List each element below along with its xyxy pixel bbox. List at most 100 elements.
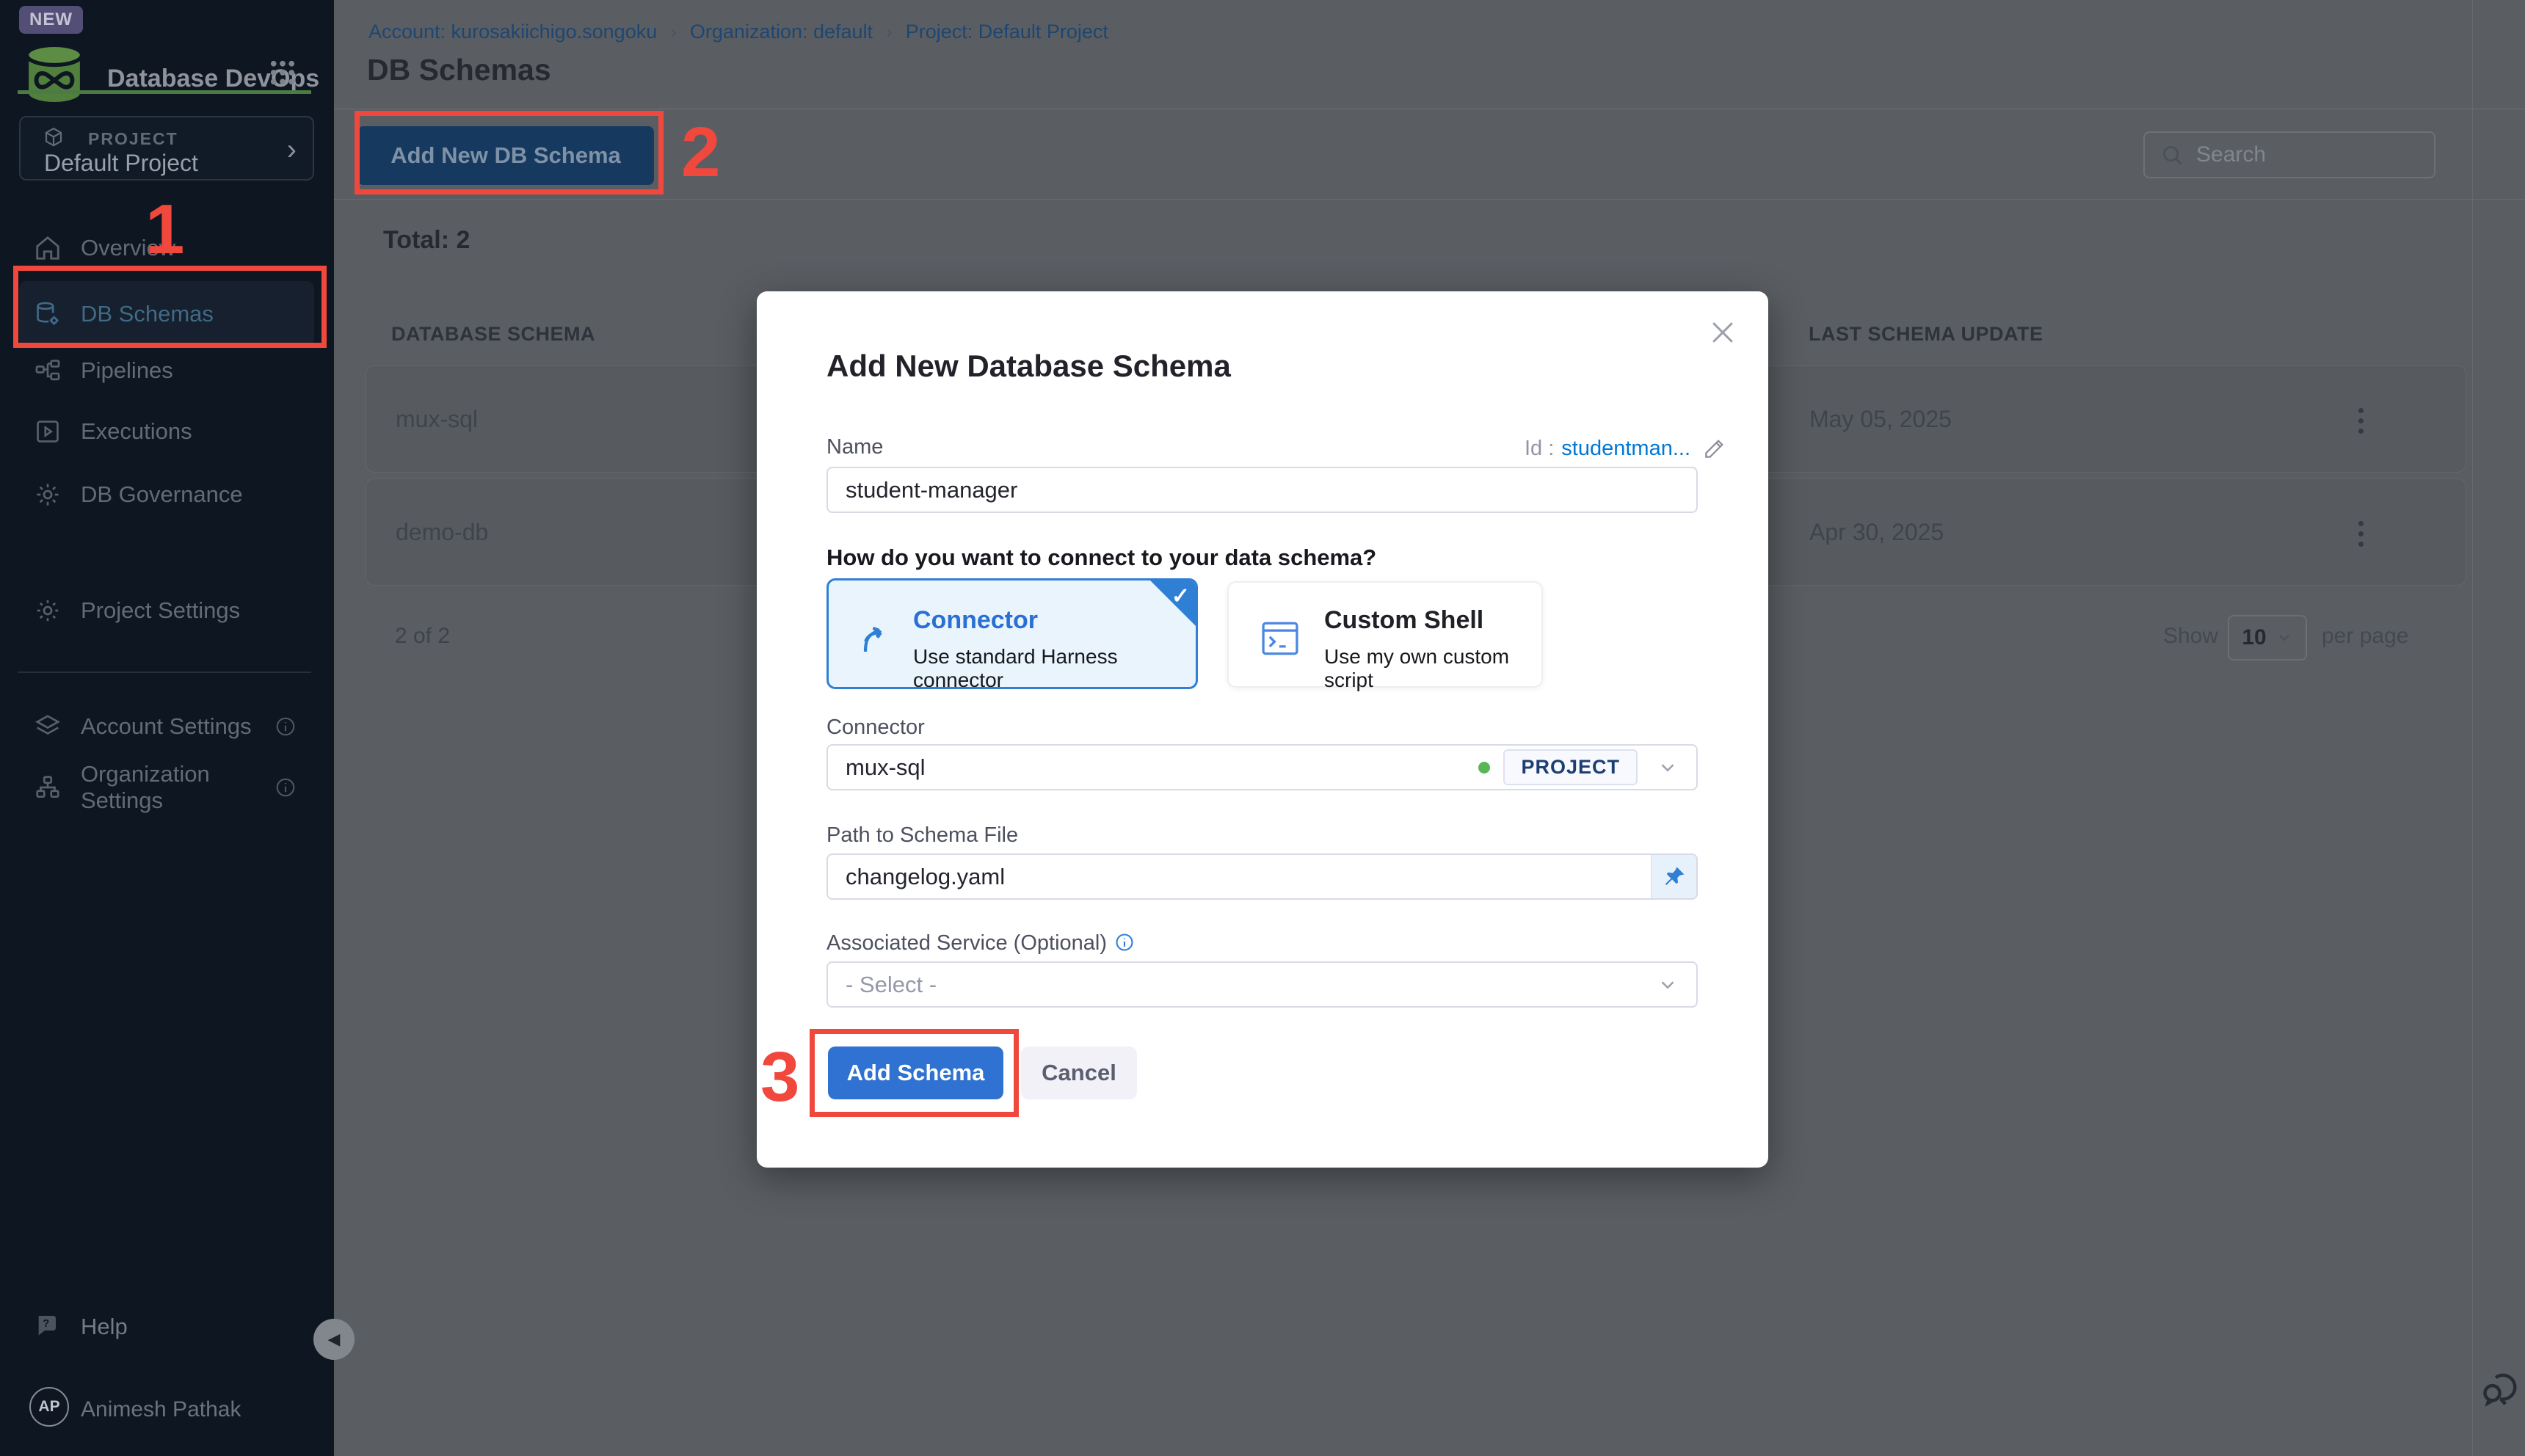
connector-scope-tag: PROJECT bbox=[1503, 749, 1638, 785]
connector-label: Connector bbox=[826, 716, 925, 740]
org-chart-icon bbox=[34, 774, 62, 801]
info-icon[interactable] bbox=[1114, 932, 1135, 953]
pin-icon bbox=[1662, 864, 1687, 889]
sidebar-item-account-settings[interactable]: Account Settings bbox=[19, 697, 314, 756]
close-icon[interactable] bbox=[1707, 316, 1739, 349]
pagination-per-page-label: per page bbox=[2322, 624, 2408, 649]
sidebar-item-executions[interactable]: Executions bbox=[19, 402, 314, 461]
breadcrumb-separator: › bbox=[670, 21, 677, 43]
breadcrumb-separator: › bbox=[886, 21, 893, 43]
schema-updated-cell: May 05, 2025 bbox=[1809, 406, 1952, 433]
breadcrumb-project-link[interactable]: Project: Default Project bbox=[906, 21, 1108, 43]
page-size-value: 10 bbox=[2242, 625, 2266, 650]
schema-id-row: Id : studentman... bbox=[1525, 437, 1726, 461]
total-count: Total: 2 bbox=[383, 226, 470, 255]
info-icon bbox=[275, 716, 297, 738]
executions-icon bbox=[34, 418, 62, 445]
check-icon: ✓ bbox=[1171, 583, 1190, 609]
annotation-number-1: 1 bbox=[145, 194, 184, 265]
sidebar-item-help[interactable]: ? Help bbox=[19, 1297, 314, 1356]
sidebar-item-db-governance[interactable]: DB Governance bbox=[19, 465, 314, 524]
name-label: Name bbox=[826, 435, 883, 459]
annotation-box-step2 bbox=[355, 111, 664, 194]
svg-text:?: ? bbox=[43, 1317, 49, 1330]
project-selector[interactable]: PROJECT Default Project › bbox=[19, 116, 314, 181]
chevron-down-icon bbox=[1657, 757, 1679, 779]
pagination-range: 2 of 2 bbox=[395, 624, 450, 649]
search-icon bbox=[2159, 142, 2184, 167]
content-edge-divider bbox=[2472, 0, 2473, 1456]
annotation-number-2: 2 bbox=[681, 117, 720, 188]
help-label: Help bbox=[81, 1314, 128, 1340]
name-input[interactable]: student-manager bbox=[826, 467, 1698, 513]
path-input-value: changelog.yaml bbox=[846, 864, 1005, 890]
sidebar-item-label: Account Settings bbox=[81, 713, 252, 740]
project-selector-value: Default Project bbox=[44, 150, 198, 177]
search-placeholder: Search bbox=[2196, 142, 2266, 167]
annotation-box-step3 bbox=[810, 1029, 1019, 1117]
edit-pencil-icon[interactable] bbox=[1702, 437, 1726, 461]
page-size-select[interactable]: 10 bbox=[2228, 615, 2307, 660]
user-name[interactable]: Animesh Pathak bbox=[81, 1397, 241, 1422]
path-label: Path to Schema File bbox=[826, 823, 1018, 848]
id-value-link[interactable]: studentman... bbox=[1561, 437, 1690, 461]
option-description: Use my own custom script bbox=[1324, 645, 1541, 692]
sidebar-divider bbox=[18, 671, 311, 673]
connection-question: How do you want to connect to your data … bbox=[826, 545, 1376, 571]
annotation-box-step1 bbox=[13, 266, 327, 348]
connector-value: mux-sql bbox=[846, 754, 926, 781]
schema-updated-cell: Apr 30, 2025 bbox=[1809, 519, 1944, 546]
home-icon bbox=[34, 234, 62, 262]
sidebar-item-label: Executions bbox=[81, 418, 192, 445]
name-input-value: student-manager bbox=[846, 477, 1017, 503]
cancel-button[interactable]: Cancel bbox=[1021, 1046, 1137, 1099]
column-header-database-schema: DATABASE SCHEMA bbox=[391, 323, 595, 346]
option-description: Use standard Harness connector bbox=[913, 645, 1196, 689]
connector-select[interactable]: mux-sql PROJECT bbox=[826, 744, 1698, 790]
new-badge: NEW bbox=[19, 6, 83, 34]
page-title: DB Schemas bbox=[367, 53, 551, 87]
pin-toggle[interactable] bbox=[1651, 855, 1696, 898]
option-title: Custom Shell bbox=[1324, 606, 1483, 635]
modal-title: Add New Database Schema bbox=[826, 349, 1231, 384]
search-input[interactable]: Search bbox=[2143, 131, 2435, 178]
service-label: Associated Service (Optional) bbox=[826, 931, 1135, 956]
layers-icon bbox=[34, 713, 62, 740]
service-placeholder: - Select - bbox=[846, 972, 937, 998]
id-prefix: Id : bbox=[1525, 437, 1554, 461]
path-input[interactable]: changelog.yaml bbox=[826, 853, 1698, 900]
breadcrumb: Account: kurosakiichigo.songoku › Organi… bbox=[368, 21, 1108, 43]
user-avatar[interactable]: AP bbox=[29, 1387, 69, 1427]
chevron-right-icon: › bbox=[287, 134, 297, 167]
sidebar-collapse-toggle[interactable]: ◀ bbox=[313, 1319, 355, 1360]
option-title: Connector bbox=[913, 606, 1038, 635]
sidebar-item-project-settings[interactable]: Project Settings bbox=[19, 581, 314, 640]
breadcrumb-account-link[interactable]: Account: kurosakiichigo.songoku bbox=[368, 21, 657, 43]
app-root: NEW Database DevOps PROJECT Default Proj… bbox=[0, 0, 2525, 1456]
sidebar-item-label: Organization Settings bbox=[81, 761, 275, 814]
cube-icon bbox=[43, 126, 65, 148]
breadcrumb-organization-link[interactable]: Organization: default bbox=[690, 21, 873, 43]
row-menu-kebab-icon[interactable] bbox=[2342, 513, 2379, 554]
option-card-custom-shell[interactable]: Custom Shell Use my own custom script bbox=[1227, 581, 1543, 688]
schema-name-cell: mux-sql bbox=[396, 406, 478, 433]
module-grid-icon[interactable] bbox=[267, 57, 298, 88]
sidebar-item-organization-settings[interactable]: Organization Settings bbox=[19, 758, 314, 817]
schema-name-cell: demo-db bbox=[396, 519, 488, 546]
database-devops-logo-icon bbox=[18, 38, 91, 112]
sidebar-item-label: Project Settings bbox=[81, 597, 240, 624]
pagination-show-label: Show bbox=[2163, 624, 2218, 649]
sidebar-item-label: Pipelines bbox=[81, 357, 173, 384]
help-chat-icon: ? bbox=[34, 1312, 63, 1342]
option-card-connector[interactable]: Connector Use standard Harness connector… bbox=[826, 578, 1198, 689]
column-header-last-schema-update: LAST SCHEMA UPDATE bbox=[1809, 323, 2043, 346]
chevron-down-icon bbox=[2275, 629, 2293, 647]
governance-gear-icon bbox=[34, 481, 62, 509]
support-chat-icon[interactable] bbox=[2479, 1366, 2521, 1408]
annotation-number-3: 3 bbox=[760, 1042, 799, 1113]
row-menu-kebab-icon[interactable] bbox=[2342, 400, 2379, 441]
gear-icon bbox=[34, 597, 62, 625]
sidebar-item-label: DB Governance bbox=[81, 481, 243, 508]
sidebar-item-pipelines[interactable]: Pipelines bbox=[19, 341, 314, 400]
service-select[interactable]: - Select - bbox=[826, 961, 1698, 1008]
